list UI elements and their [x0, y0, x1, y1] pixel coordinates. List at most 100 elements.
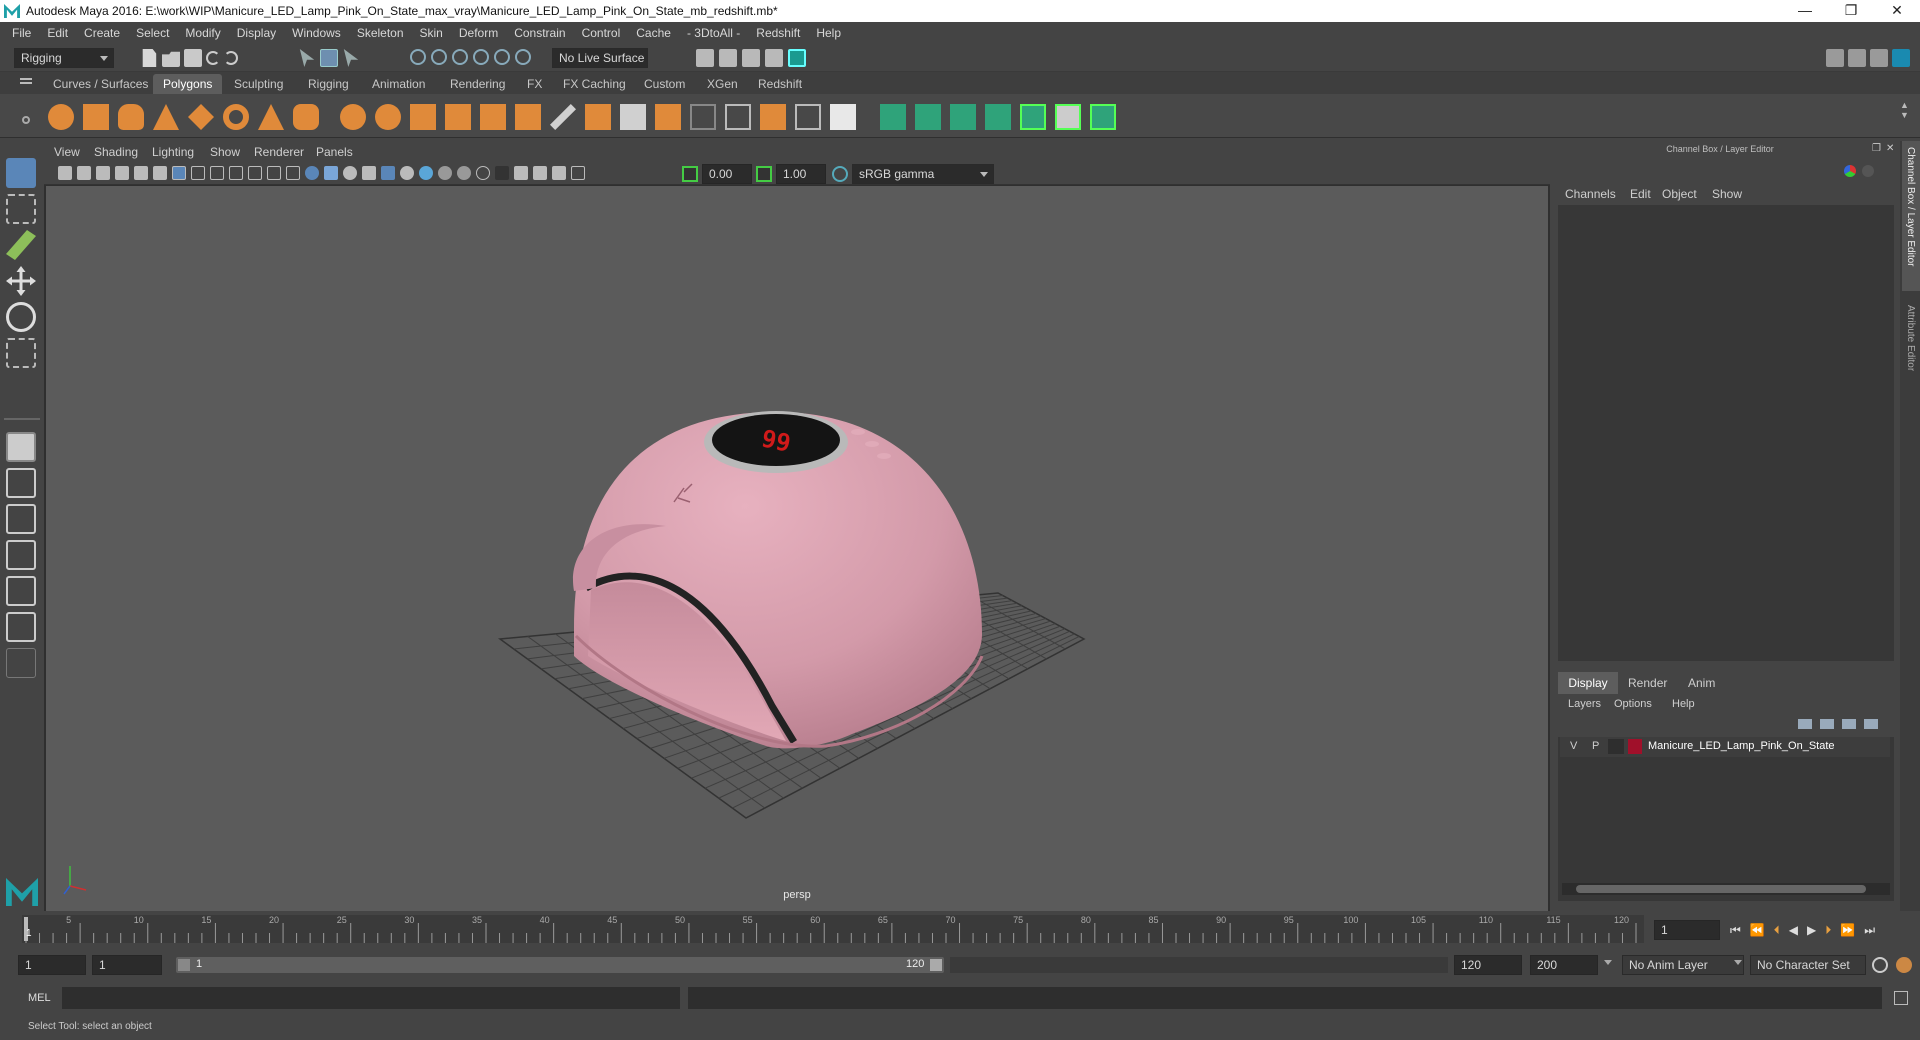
paint-select-tool-icon[interactable] — [6, 230, 36, 260]
scale-tool-icon[interactable] — [6, 338, 36, 368]
menu-help[interactable]: Help — [808, 26, 849, 40]
fill-hole-icon[interactable] — [725, 104, 751, 130]
safe-action-icon[interactable] — [267, 166, 281, 180]
step-forward-frame-icon[interactable]: ⏵ — [1825, 923, 1831, 938]
menu-create[interactable]: Create — [76, 26, 128, 40]
poly-torus-icon[interactable] — [223, 104, 249, 130]
menu-deform[interactable]: Deform — [451, 26, 506, 40]
character-set-dropdown[interactable]: No Character Set — [1750, 955, 1866, 975]
grease-pencil-icon[interactable] — [153, 166, 167, 180]
multisample-aa-icon[interactable] — [457, 166, 471, 180]
render-view-icon[interactable] — [696, 49, 714, 67]
bookmark-icon[interactable] — [96, 166, 110, 180]
menu-modify[interactable]: Modify — [177, 26, 228, 40]
poly-cube-icon[interactable] — [83, 104, 109, 130]
scrollbar-thumb[interactable] — [1576, 885, 1866, 893]
edit-menu[interactable]: Edit — [1630, 187, 1651, 201]
shelf-tab-polygons[interactable]: Polygons — [153, 74, 223, 94]
close-button[interactable]: ✕ — [1874, 0, 1920, 22]
mode-dropdown[interactable]: Rigging — [14, 48, 114, 68]
menu-cache[interactable]: Cache — [628, 26, 679, 40]
chevron-down-icon[interactable] — [1734, 960, 1742, 965]
use-all-lights-icon[interactable] — [381, 166, 395, 180]
uv-editor-icon[interactable] — [1090, 104, 1116, 130]
snap-grid-icon[interactable] — [410, 49, 426, 65]
step-back-key-icon[interactable]: ⏪ — [1750, 923, 1765, 938]
script-editor-icon[interactable] — [1894, 991, 1908, 1005]
custom-layout-icon[interactable] — [6, 648, 36, 678]
resolution-gate-icon[interactable] — [210, 166, 224, 180]
auto-key-icon[interactable] — [1872, 957, 1888, 973]
options-menu[interactable]: Options — [1614, 698, 1652, 710]
depth-of-field-icon[interactable] — [476, 166, 490, 180]
render-current-frame-icon[interactable] — [719, 49, 737, 67]
persp-outliner-editor-icon[interactable] — [6, 612, 36, 642]
combine-icon[interactable] — [340, 104, 366, 130]
menu-display[interactable]: Display — [229, 26, 284, 40]
lasso-tool-icon[interactable] — [6, 194, 36, 224]
end-time-field[interactable]: 200 — [1530, 955, 1598, 975]
layer-playback-toggle[interactable]: P — [1592, 740, 1599, 752]
viewport-menu-lighting[interactable]: Lighting — [152, 145, 194, 159]
viewport-menu-renderer[interactable]: Renderer — [254, 145, 304, 159]
range-end-handle[interactable] — [930, 959, 942, 971]
animation-preferences-icon[interactable] — [1896, 957, 1912, 973]
live-surface-field[interactable]: No Live Surface — [552, 48, 648, 68]
gate-mask-icon[interactable] — [229, 166, 243, 180]
view-transform-dropdown[interactable]: sRGB gamma — [852, 164, 994, 184]
extract-icon[interactable] — [410, 104, 436, 130]
exposure-field[interactable]: 0.00 — [702, 164, 752, 184]
rotate-tool-icon[interactable] — [6, 302, 36, 332]
range-slider-bar[interactable]: 1 120 — [176, 957, 944, 973]
poly-pyramid-icon[interactable] — [258, 104, 284, 130]
bridge-icon[interactable] — [620, 104, 646, 130]
save-scene-icon[interactable] — [184, 49, 202, 67]
layer-tab-anim[interactable]: Anim — [1688, 672, 1715, 694]
layer-color-swatch[interactable] — [1628, 739, 1642, 754]
menu-control[interactable]: Control — [574, 26, 629, 40]
shelf-scroll-icon[interactable]: ▲ ▼ — [1900, 100, 1909, 120]
select-tool-icon[interactable] — [6, 158, 36, 188]
time-slider-track[interactable]: 1 5 10 15 20 25 30 35 40 45 50 55 60 65 70 75 80 85 90 95 1… — [22, 915, 1644, 943]
perspective-outliner-icon[interactable] — [6, 504, 36, 534]
snap-point-icon[interactable] — [452, 49, 468, 65]
channel-box-list[interactable] — [1558, 205, 1894, 661]
field-chart-icon[interactable] — [248, 166, 262, 180]
go-to-end-icon[interactable]: ⏭ — [1864, 923, 1875, 938]
layers-menu[interactable]: Layers — [1568, 698, 1601, 710]
float-panel-icon[interactable]: ❐ — [1872, 143, 1881, 154]
menu-skeleton[interactable]: Skeleton — [349, 26, 412, 40]
help-menu[interactable]: Help — [1672, 698, 1695, 710]
open-scene-icon[interactable] — [162, 51, 180, 67]
perspective-graph-icon[interactable] — [6, 540, 36, 570]
uv-cylindrical-icon[interactable] — [915, 104, 941, 130]
poly-pipe-icon[interactable] — [293, 104, 319, 130]
viewport-menu-view[interactable]: View — [54, 145, 80, 159]
start-time-field[interactable]: 1 — [18, 955, 86, 975]
step-forward-key-icon[interactable]: ⏩ — [1840, 923, 1855, 938]
wireframe-icon[interactable] — [305, 166, 319, 180]
poly-plane-icon[interactable] — [188, 104, 214, 130]
menu-windows[interactable]: Windows — [284, 26, 349, 40]
layer-visibility-toggle[interactable]: V — [1570, 740, 1577, 752]
select-camera-icon[interactable] — [58, 166, 72, 180]
gamma-field[interactable]: 1.00 — [776, 164, 826, 184]
shelf-tab-redshift[interactable]: Redshift — [748, 74, 812, 94]
shelf-tab-rendering[interactable]: Rendering — [440, 74, 515, 94]
uv-spherical-icon[interactable] — [950, 104, 976, 130]
current-frame-field[interactable]: 1 — [1654, 920, 1720, 940]
xray-joints-icon[interactable] — [533, 166, 547, 180]
gamma-icon[interactable] — [756, 166, 772, 182]
range-start-handle[interactable] — [178, 959, 190, 971]
menu-select[interactable]: Select — [128, 26, 177, 40]
channel-box-sync-icon[interactable] — [1862, 165, 1874, 177]
xray-components-icon[interactable] — [552, 166, 566, 180]
shelf-tab-fx-caching[interactable]: FX Caching — [553, 74, 636, 94]
smooth-shade-icon[interactable] — [324, 166, 338, 180]
playback-end-field[interactable]: 120 — [1454, 955, 1522, 975]
two-d-pan-zoom-icon[interactable] — [134, 166, 148, 180]
ipr-render-icon[interactable] — [742, 49, 760, 67]
layer-tab-display[interactable]: Display — [1558, 672, 1618, 694]
close-panel-icon[interactable]: ✕ — [1886, 143, 1894, 154]
select-by-component-icon[interactable] — [343, 49, 359, 67]
